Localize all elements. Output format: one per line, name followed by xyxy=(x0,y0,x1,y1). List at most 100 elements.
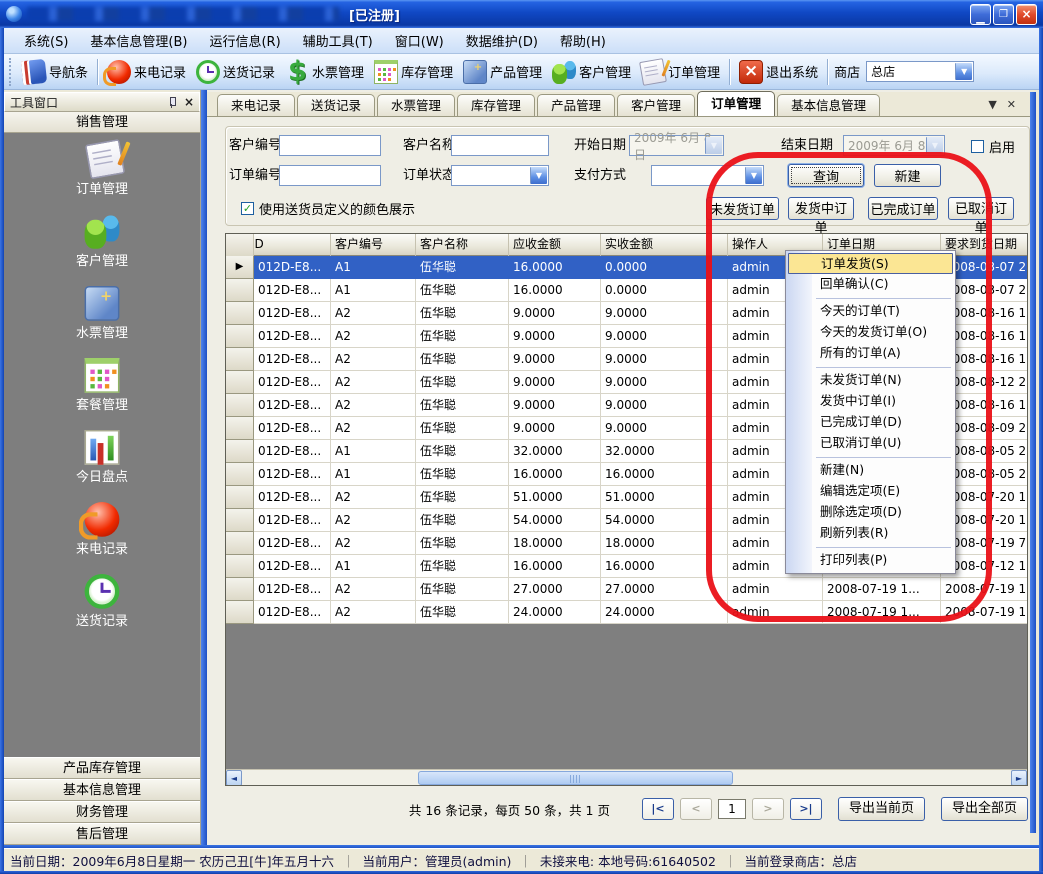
table-cell[interactable]: 伍华聪 xyxy=(416,440,509,463)
toolbar-button-水票管理[interactable]: 水票管理 xyxy=(280,56,369,88)
row-selector[interactable] xyxy=(226,325,254,348)
table-cell[interactable]: 伍华聪 xyxy=(416,256,509,279)
table-cell[interactable]: 9.0000 xyxy=(509,371,601,394)
first-page-button[interactable]: |< xyxy=(642,798,674,820)
table-cell[interactable]: 9.0000 xyxy=(601,325,728,348)
table-cell[interactable]: 0.0000 xyxy=(601,256,728,279)
table-cell[interactable]: 24.0000 xyxy=(601,601,728,624)
column-header-ID[interactable]: ID xyxy=(254,234,331,256)
context-menu-item-新建(N)[interactable]: 新建(N) xyxy=(786,460,955,481)
table-cell[interactable]: 伍华聪 xyxy=(416,394,509,417)
menubar-item-3[interactable]: 运行信息(R) xyxy=(199,28,290,53)
context-menu-item-编辑选定项(E)[interactable]: 编辑选定项(E) xyxy=(786,481,955,502)
close-button[interactable]: × xyxy=(1016,4,1037,25)
table-cell[interactable]: 16.0000 xyxy=(509,555,601,578)
toolbar-button-订单管理[interactable]: 订单管理 xyxy=(636,56,725,88)
table-cell[interactable]: 012D-E8... xyxy=(254,256,331,279)
customer-name-input[interactable] xyxy=(451,135,549,156)
table-cell[interactable]: A2 xyxy=(331,302,416,325)
table-cell[interactable]: 伍华聪 xyxy=(416,463,509,486)
table-cell[interactable]: A2 xyxy=(331,509,416,532)
row-selector[interactable] xyxy=(226,279,254,302)
context-menu-item-所有的订单(A)[interactable]: 所有的订单(A) xyxy=(786,343,955,364)
row-selector[interactable] xyxy=(226,601,254,624)
sidebar-section-基本信息管理[interactable]: 基本信息管理 xyxy=(4,779,200,801)
column-header-客户编号[interactable]: 客户编号 xyxy=(331,234,416,256)
table-cell[interactable]: 9.0000 xyxy=(601,371,728,394)
table-cell[interactable]: A1 xyxy=(331,256,416,279)
sidebar-item-套餐管理[interactable]: 套餐管理 xyxy=(4,358,200,421)
table-cell[interactable]: 9.0000 xyxy=(509,394,601,417)
table-cell[interactable]: A1 xyxy=(331,279,416,302)
toolbar-button-来电记录[interactable]: 来电记录 xyxy=(102,56,191,88)
table-cell[interactable]: 32.0000 xyxy=(601,440,728,463)
pin-icon[interactable] xyxy=(166,96,178,108)
table-cell[interactable]: 51.0000 xyxy=(509,486,601,509)
table-cell[interactable]: 012D-E8... xyxy=(254,440,331,463)
table-row[interactable]: 012D-E8...A2伍华聪27.000027.0000admin2008-0… xyxy=(226,578,1028,601)
table-cell[interactable]: 9.0000 xyxy=(601,394,728,417)
table-cell[interactable]: 012D-E8... xyxy=(254,325,331,348)
menubar-item-7[interactable]: 帮助(H) xyxy=(550,28,616,53)
table-cell[interactable]: 伍华聪 xyxy=(416,486,509,509)
table-cell[interactable]: 012D-E8... xyxy=(254,532,331,555)
table-cell[interactable]: A1 xyxy=(331,555,416,578)
toolbar-drag-handle[interactable] xyxy=(9,58,14,86)
sidebar-section-售后管理[interactable]: 售后管理 xyxy=(4,823,200,845)
context-menu-item-今天的发货订单(O)[interactable]: 今天的发货订单(O) xyxy=(786,322,955,343)
context-menu-item-打印列表(P)[interactable]: 打印列表(P) xyxy=(786,550,955,571)
context-menu-item-已取消订单(U)[interactable]: 已取消订单(U) xyxy=(786,433,955,454)
sidebar-section-产品库存管理[interactable]: 产品库存管理 xyxy=(4,757,200,779)
next-page-button[interactable]: > xyxy=(752,798,784,820)
table-cell[interactable]: 伍华聪 xyxy=(416,532,509,555)
shop-combobox[interactable]: 总店 ▼ xyxy=(866,61,974,82)
export-current-page-button[interactable]: 导出当前页 xyxy=(838,797,925,821)
context-menu-item-刷新列表(R)[interactable]: 刷新列表(R) xyxy=(786,523,955,544)
row-selector[interactable] xyxy=(226,348,254,371)
context-menu-item-回单确认(C)[interactable]: 回单确认(C) xyxy=(786,274,955,295)
toolbar-button-库存管理[interactable]: 库存管理 xyxy=(369,56,458,88)
table-cell[interactable]: 伍华聪 xyxy=(416,348,509,371)
toolbar-button-导航条[interactable]: 导航条 xyxy=(17,56,93,88)
order-status-combobox[interactable]: ▼ xyxy=(451,165,549,186)
tab-库存管理[interactable]: 库存管理 xyxy=(457,94,535,116)
table-cell[interactable]: 9.0000 xyxy=(601,302,728,325)
table-cell[interactable]: A1 xyxy=(331,463,416,486)
tab-close-icon[interactable]: ✕ xyxy=(1007,98,1016,111)
row-selector[interactable] xyxy=(226,463,254,486)
table-cell[interactable]: 2008-07-19 1... xyxy=(823,601,941,624)
tab-产品管理[interactable]: 产品管理 xyxy=(537,94,615,116)
table-cell[interactable]: 012D-E8... xyxy=(254,417,331,440)
pay-method-combobox[interactable]: ▼ xyxy=(651,165,764,186)
table-cell[interactable]: 9.0000 xyxy=(601,417,728,440)
table-cell[interactable]: 24.0000 xyxy=(509,601,601,624)
table-cell[interactable]: 2008-07-19 1... xyxy=(941,601,1028,624)
scrollbar-track[interactable] xyxy=(242,770,1011,786)
page-number-input[interactable] xyxy=(718,799,746,819)
tab-客户管理[interactable]: 客户管理 xyxy=(617,94,695,116)
table-cell[interactable]: 54.0000 xyxy=(509,509,601,532)
toolbar-button-客户管理[interactable]: 客户管理 xyxy=(547,56,636,88)
context-menu-item-订单发货(S)[interactable]: 订单发货(S) xyxy=(788,253,953,274)
tab-来电记录[interactable]: 来电记录 xyxy=(217,94,295,116)
row-selector[interactable] xyxy=(226,532,254,555)
table-cell[interactable]: A2 xyxy=(331,578,416,601)
status-filter-button-已取消订单[interactable]: 已取消订单 xyxy=(948,197,1014,220)
status-filter-button-未发货订单[interactable]: 未发货订单 xyxy=(706,197,779,220)
table-cell[interactable]: 伍华聪 xyxy=(416,279,509,302)
table-cell[interactable]: 27.0000 xyxy=(509,578,601,601)
table-cell[interactable]: 012D-E8... xyxy=(254,302,331,325)
table-cell[interactable]: 54.0000 xyxy=(601,509,728,532)
table-cell[interactable]: 16.0000 xyxy=(509,279,601,302)
tab-订单管理[interactable]: 订单管理 xyxy=(697,91,775,116)
context-menu-item-未发货订单(N)[interactable]: 未发货订单(N) xyxy=(786,370,955,391)
table-cell[interactable]: 2008-07-19 1... xyxy=(823,578,941,601)
table-cell[interactable]: 012D-E8... xyxy=(254,371,331,394)
sidebar-section-sales[interactable]: 销售管理 xyxy=(4,112,200,133)
table-cell[interactable]: 18.0000 xyxy=(509,532,601,555)
toolbar-button-送货记录[interactable]: 送货记录 xyxy=(191,56,280,88)
table-cell[interactable]: 16.0000 xyxy=(601,463,728,486)
table-cell[interactable]: 32.0000 xyxy=(509,440,601,463)
tab-水票管理[interactable]: 水票管理 xyxy=(377,94,455,116)
chevron-down-icon[interactable]: ▼ xyxy=(745,167,762,184)
